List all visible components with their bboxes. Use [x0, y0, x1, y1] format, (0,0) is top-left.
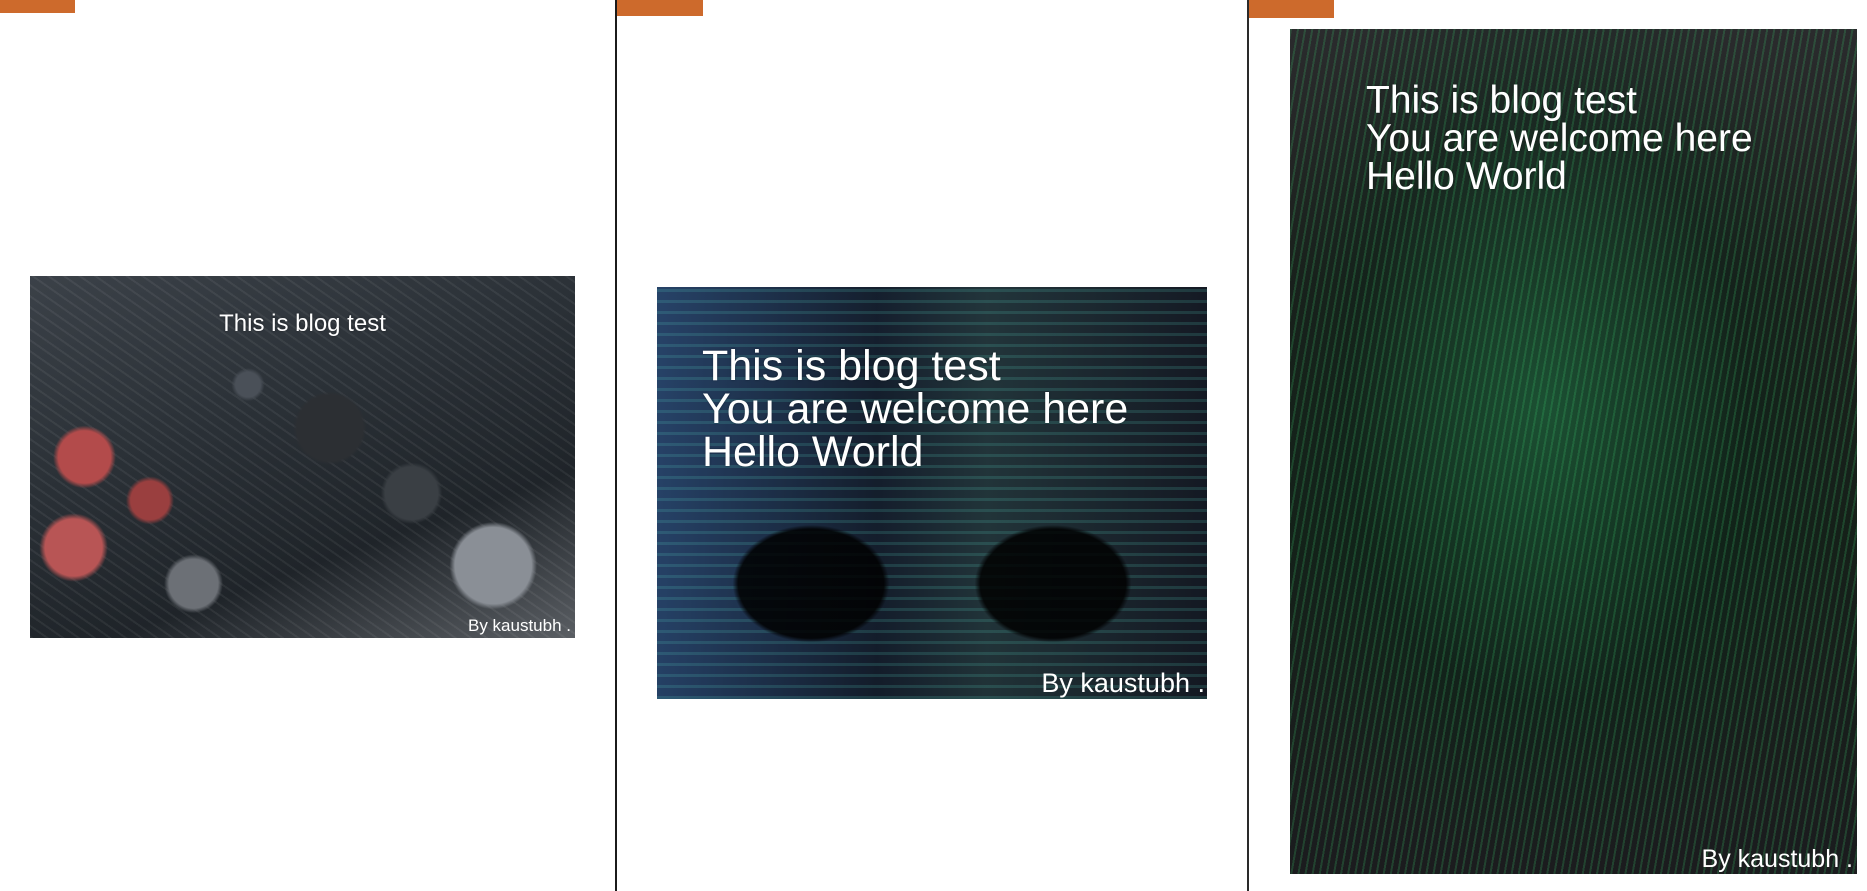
blog-card-circuit-board[interactable]: This is blog test By kaustubh .	[30, 276, 575, 638]
blog-card-author: By kaustubh .	[1041, 668, 1205, 698]
blog-card-caption: This is blog test	[30, 310, 575, 338]
blog-preview-stage: This is blog test By kaustubh . This is …	[0, 0, 1867, 891]
blog-card-code-screen[interactable]: This is blog test You are welcome here H…	[657, 287, 1207, 699]
caption-line-3: Hello World	[1366, 155, 1567, 198]
caption-line-3: Hello World	[702, 428, 924, 476]
blog-card-author: By kaustubh .	[1701, 845, 1853, 873]
caption-line-1: This is blog test	[219, 310, 386, 337]
caption-line-1: This is blog test	[1366, 79, 1637, 122]
accent-tab-marker[interactable]	[617, 0, 703, 16]
blog-card-matrix-laptop[interactable]: This is blog test You are welcome here H…	[1290, 29, 1857, 874]
blog-card-caption: This is blog test You are welcome here H…	[702, 345, 1128, 474]
caption-line-2: You are welcome here	[702, 385, 1129, 433]
blog-card-author: By kaustubh .	[467, 616, 571, 635]
blog-panel-1: This is blog test By kaustubh .	[0, 0, 615, 891]
caption-line-2: You are welcome here	[1366, 117, 1753, 160]
accent-tab-marker[interactable]	[1249, 0, 1334, 18]
blog-card-caption: This is blog test You are welcome here H…	[1366, 79, 1753, 198]
blog-panel-3: This is blog test You are welcome here H…	[1249, 0, 1867, 891]
accent-tab-marker[interactable]	[0, 0, 75, 13]
blog-panel-2: This is blog test You are welcome here H…	[617, 0, 1247, 891]
caption-line-1: This is blog test	[702, 342, 1001, 390]
